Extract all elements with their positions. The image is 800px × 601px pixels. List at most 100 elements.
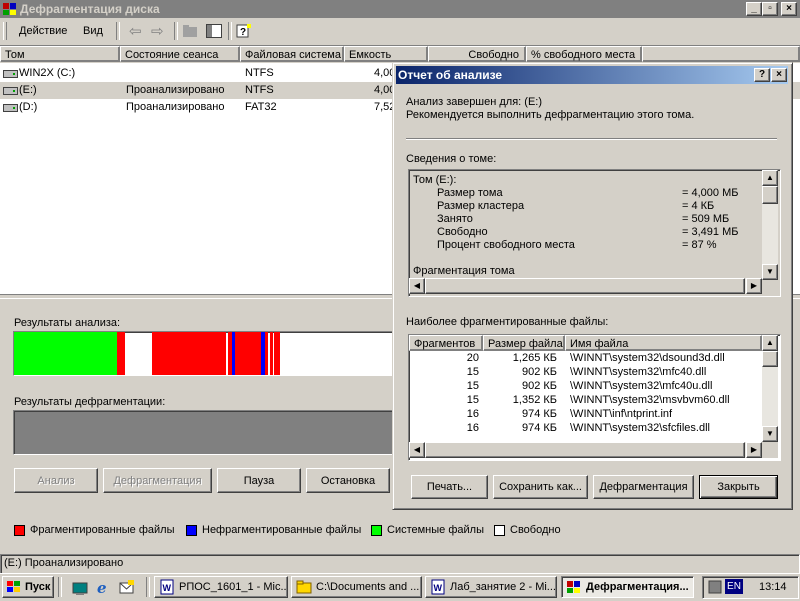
scroll-thumb[interactable] (762, 351, 778, 367)
save-as-button[interactable]: Сохранить как... (493, 475, 588, 499)
defrag-app-icon (3, 3, 16, 15)
help-icon[interactable]: ? (236, 23, 252, 39)
file-row[interactable]: 15 902 КБ \WINNT\system32\mfc40u.dll (409, 380, 762, 394)
volume-info-hscrollbar[interactable]: ◀ ▶ (409, 278, 762, 294)
back-arrow-icon[interactable]: ⇦ (129, 22, 142, 40)
forward-arrow-icon[interactable]: ⇨ (151, 22, 164, 40)
files-hscrollbar[interactable]: ◀ ▶ (409, 442, 762, 458)
file-size: 902 КБ (521, 366, 557, 378)
fragmented-files-list: Фрагментов Размер файла Имя файла 20 1,2… (408, 334, 781, 461)
scroll-thumb[interactable] (425, 278, 745, 294)
scroll-thumb[interactable] (425, 442, 745, 458)
window-titlebar[interactable]: Дефрагментация диска _ ▫ × (0, 0, 800, 18)
file-name: \WINNT\system32\mfc40u.dll (570, 380, 713, 392)
analyze-button[interactable]: Анализ (14, 468, 98, 493)
menu-toolbar: Действие Вид ⇦ ⇨ ? (0, 19, 800, 46)
legend-free-swatch (494, 525, 505, 536)
word-doc-icon: W (431, 579, 445, 595)
volume-info-box: Том (E:): Размер тома = 4,000 МБ Размер … (408, 169, 781, 297)
scroll-up-arrow-icon[interactable]: ▲ (762, 335, 778, 351)
toolbar-separator (174, 22, 178, 40)
frag-heading: Фрагментация тома (413, 265, 515, 277)
defrag-display (13, 410, 395, 455)
close-button[interactable]: × (781, 2, 797, 16)
task-explorer-folder[interactable]: C:\Documents and ... (291, 576, 422, 598)
status-bar: (E:) Проанализировано (0, 554, 800, 574)
scroll-up-arrow-icon[interactable]: ▲ (762, 170, 778, 186)
scroll-corner (762, 442, 778, 458)
scroll-thumb[interactable] (762, 186, 778, 204)
scroll-right-arrow-icon[interactable]: ▶ (746, 442, 762, 458)
file-row[interactable]: 16 974 КБ \WINNT\inf\ntprint.inf (409, 408, 762, 422)
col-file-name[interactable]: Имя файла (565, 335, 762, 351)
file-name: \WINNT\system32\dsound3d.dll (570, 352, 725, 364)
task-label: C:\Documents and ... (316, 581, 420, 593)
volume-name: WIN2X (C:) (19, 67, 76, 79)
dialog-close-button[interactable]: × (771, 68, 787, 82)
file-row[interactable]: 20 1,265 КБ \WINNT\system32\dsound3d.dll (409, 352, 762, 366)
col-session-status[interactable]: Состояние сеанса (120, 46, 240, 62)
task-defrag-active[interactable]: Дефрагментация... (561, 576, 694, 598)
dialog-defragment-button[interactable]: Дефрагментация (593, 475, 694, 499)
legend-contiguous: Нефрагментированные файлы (202, 524, 362, 536)
dialog-line2: Рекомендуется выполнить дефрагментацию э… (406, 109, 695, 121)
col-filesystem[interactable]: Файловая система (240, 46, 344, 62)
col-file-size[interactable]: Размер файла (483, 335, 565, 351)
task-label: РПОС_1601_1 - Mic... (179, 581, 288, 593)
print-button[interactable]: Печать... (411, 475, 488, 499)
col-volume[interactable]: Том (0, 46, 120, 62)
toolbar-separator (116, 22, 120, 40)
segment-fragmented (274, 332, 280, 375)
outlook-express-icon[interactable] (119, 579, 135, 595)
task-word-doc-1[interactable]: W РПОС_1601_1 - Mic... (154, 576, 288, 598)
show-hide-tree-icon[interactable] (206, 24, 222, 38)
drive-icon (3, 87, 18, 95)
internet-explorer-icon[interactable]: e (96, 579, 112, 595)
pause-button[interactable]: Пауза (217, 468, 301, 493)
files-vscrollbar[interactable]: ▲ ▼ (762, 335, 778, 442)
file-row[interactable]: 15 1,352 КБ \WINNT\system32\msvbvm60.dll (409, 394, 762, 408)
dialog-titlebar[interactable]: Отчет об анализе ? × (396, 66, 788, 84)
scroll-down-arrow-icon[interactable]: ▼ (762, 426, 778, 442)
minimize-button[interactable]: _ (746, 2, 762, 16)
col-capacity[interactable]: Емкость (344, 46, 428, 62)
file-row[interactable]: 16 974 КБ \WINNT\system32\sfcfiles.dll (409, 422, 762, 436)
tray-app-icon[interactable] (707, 579, 723, 595)
file-size: 974 КБ (521, 408, 557, 420)
svg-text:?: ? (240, 27, 246, 38)
up-folder-icon[interactable] (182, 24, 198, 38)
show-desktop-icon[interactable] (72, 580, 88, 596)
stop-button[interactable]: Остановка (306, 468, 390, 493)
drive-icon (3, 70, 18, 78)
volume-heading: Том (E:): (413, 174, 457, 186)
col-free[interactable]: Свободно (428, 46, 526, 62)
segment-fragmented (235, 332, 261, 375)
dialog-help-button[interactable]: ? (754, 68, 770, 82)
scroll-left-arrow-icon[interactable]: ◀ (409, 278, 425, 294)
volume-fs: FAT32 (245, 101, 277, 113)
restore-button[interactable]: ▫ (762, 2, 778, 16)
col-percent-free[interactable]: % свободного места (526, 46, 642, 62)
col-fragments[interactable]: Фрагментов (409, 335, 483, 351)
analysis-report-dialog: Отчет об анализе ? × Анализ завершен для… (392, 62, 793, 510)
file-name: \WINNT\system32\mfc40.dll (570, 366, 707, 378)
menu-action[interactable]: Действие (19, 25, 67, 37)
file-row[interactable]: 15 902 КБ \WINNT\system32\mfc40.dll (409, 366, 762, 380)
col-filler (642, 46, 800, 62)
scroll-down-arrow-icon[interactable]: ▼ (762, 264, 778, 280)
segment-fragmented (270, 332, 273, 375)
scroll-left-arrow-icon[interactable]: ◀ (409, 442, 425, 458)
defragment-button[interactable]: Дефрагментация (103, 468, 212, 493)
file-frags: 15 (466, 366, 479, 378)
segment-system (14, 332, 117, 375)
start-button[interactable]: Пуск (2, 576, 54, 598)
clock[interactable]: 13:14 (759, 581, 787, 593)
task-word-doc-2[interactable]: W Лаб_занятие 2 - Mi... (425, 576, 557, 598)
close-report-button[interactable]: Закрыть (699, 475, 778, 499)
window-title: Дефрагментация диска (20, 2, 160, 16)
folder-icon (296, 580, 312, 594)
volume-info-vscrollbar[interactable]: ▲ ▼ (762, 170, 778, 280)
scroll-right-arrow-icon[interactable]: ▶ (746, 278, 762, 294)
menu-view[interactable]: Вид (83, 25, 103, 37)
language-indicator[interactable]: EN (725, 579, 743, 594)
